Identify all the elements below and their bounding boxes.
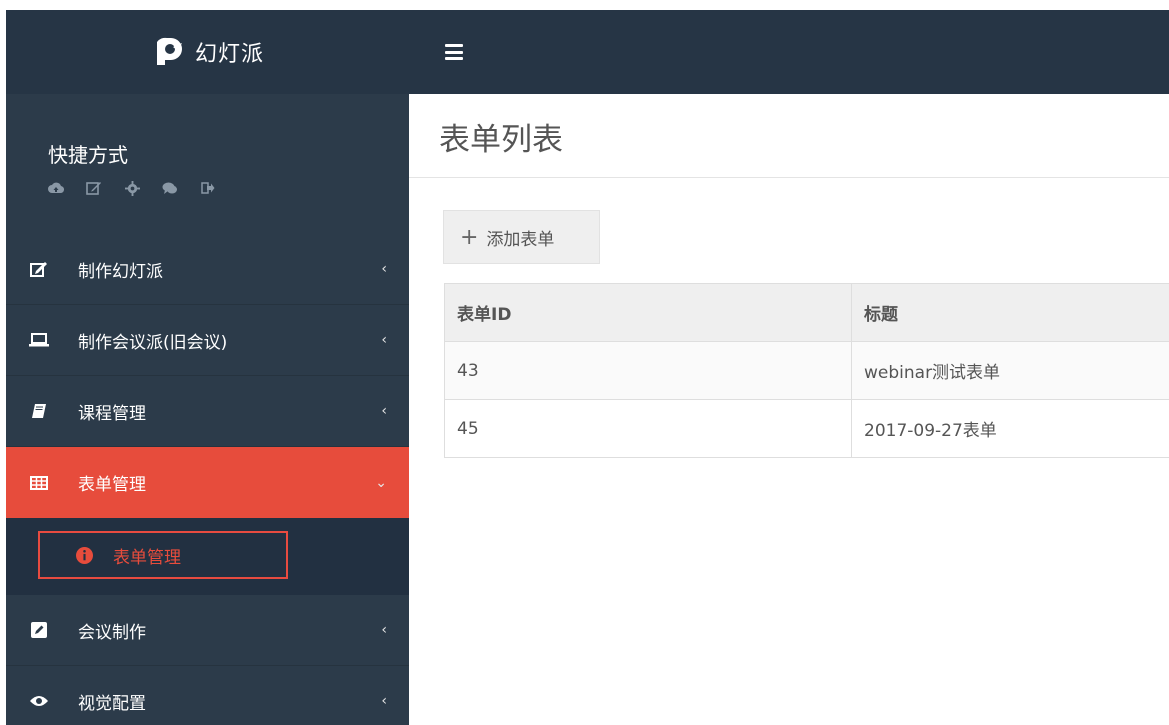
- sidebar-item-label: 制作幻灯派: [78, 261, 163, 282]
- brand-name: 幻灯派: [194, 42, 264, 67]
- eye-icon: [28, 692, 50, 710]
- chevron-left-icon: ‹: [381, 693, 387, 709]
- divider: [409, 177, 1169, 178]
- info-circle-icon: [76, 546, 93, 564]
- add-form-button[interactable]: + 添加表单: [443, 210, 600, 264]
- edit-icon[interactable]: [86, 180, 102, 196]
- sidebar-item-make-huandengpai[interactable]: 制作幻灯派 ‹: [6, 234, 409, 305]
- sidebar-item-form-management[interactable]: 表单管理 ⌄: [6, 447, 409, 518]
- cell-form-id: 43: [444, 341, 852, 400]
- submenu: 表单管理: [6, 518, 409, 595]
- pencil-square-icon: [28, 621, 50, 639]
- column-header-form-id[interactable]: 表单ID: [444, 283, 852, 342]
- sidebar-item-label: 表单管理: [78, 475, 146, 495]
- laptop-icon: [28, 331, 50, 349]
- sidebar-item-label: 会议制作: [78, 622, 146, 643]
- chevron-left-icon: ‹: [381, 261, 387, 277]
- top-navbar: [409, 10, 1169, 94]
- book-icon: [28, 402, 50, 420]
- plus-icon: +: [460, 224, 479, 250]
- table-row[interactable]: 45 2017-09-27表单: [444, 399, 1169, 458]
- table-row[interactable]: 43 webinar测试表单: [444, 341, 1169, 400]
- forms-table: 表单ID 标题 43 webinar测试表单 45 2017-09-27表单: [444, 283, 1169, 458]
- chevron-left-icon: ‹: [381, 622, 387, 638]
- menu-toggle-icon[interactable]: [445, 44, 463, 60]
- column-header-title[interactable]: 标题: [851, 283, 1169, 342]
- comments-icon[interactable]: [162, 180, 178, 196]
- cell-form-id: 45: [444, 399, 852, 458]
- cloud-upload-icon[interactable]: [48, 180, 64, 196]
- sidebar-item-label: 制作会议派(旧会议): [78, 332, 228, 353]
- cell-title: 2017-09-27表单: [851, 399, 1169, 458]
- chevron-left-icon: ‹: [381, 403, 387, 419]
- main-content: 表单列表 + 添加表单 表单ID 标题 43 webinar测试表单 45 20…: [409, 94, 1169, 725]
- sidebar-item-label: 课程管理: [78, 403, 146, 424]
- sidebar: 幻灯派 快捷方式 制作幻灯派 ‹ 制作会议派(旧会议) ‹ 课程管理 ‹ 表单管…: [6, 10, 409, 725]
- table-icon: [28, 474, 50, 492]
- sidebar-item-label: 视觉配置: [78, 693, 146, 714]
- shortcut-title: 快捷方式: [48, 143, 128, 167]
- submenu-item-label: 表单管理: [113, 547, 181, 568]
- sidebar-item-course-management[interactable]: 课程管理 ‹: [6, 376, 409, 447]
- add-form-label: 添加表单: [486, 229, 555, 250]
- sidebar-item-make-huiyipai[interactable]: 制作会议派(旧会议) ‹: [6, 305, 409, 376]
- gear-icon[interactable]: [124, 180, 140, 196]
- sign-out-icon[interactable]: [200, 180, 216, 196]
- brand-header[interactable]: 幻灯派: [6, 10, 409, 94]
- shortcut-panel: 快捷方式: [6, 94, 409, 234]
- edit-icon: [28, 260, 50, 278]
- sidebar-item-meeting-production[interactable]: 会议制作 ‹: [6, 595, 409, 666]
- submenu-item-form-management[interactable]: 表单管理: [38, 531, 288, 579]
- cell-title: webinar测试表单: [851, 341, 1169, 400]
- page-title: 表单列表: [439, 122, 563, 158]
- logo-icon: [151, 35, 185, 69]
- chevron-left-icon: ‹: [381, 332, 387, 348]
- table-header-row: 表单ID 标题: [444, 283, 1169, 342]
- sidebar-item-visual-config[interactable]: 视觉配置 ‹: [6, 666, 409, 725]
- chevron-down-icon: ⌄: [375, 474, 387, 491]
